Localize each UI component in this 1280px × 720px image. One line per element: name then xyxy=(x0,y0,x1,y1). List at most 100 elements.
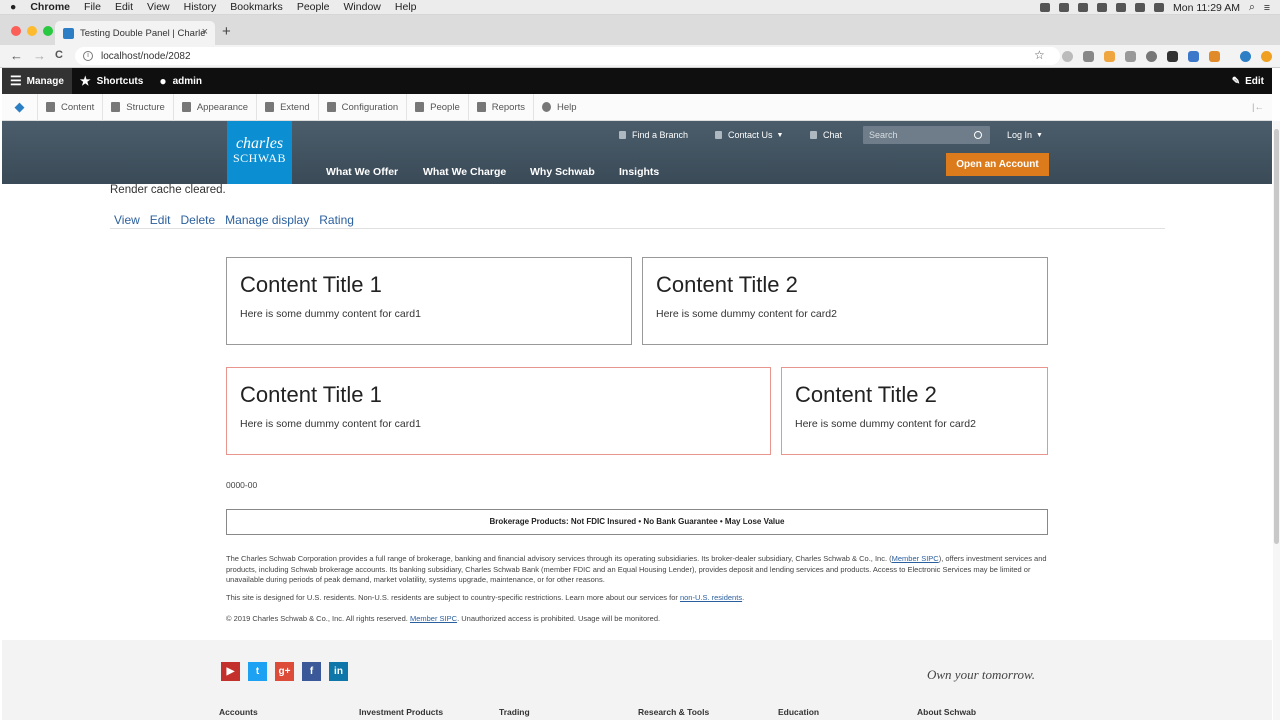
bookmark-star-icon[interactable]: ☆ xyxy=(1034,48,1045,62)
card-title: Content Title 1 xyxy=(240,272,382,297)
menubar-extra-icon[interactable] xyxy=(1078,3,1089,12)
chevron-down-icon: ▼ xyxy=(776,131,784,139)
notification-center-icon[interactable]: ≡ xyxy=(1264,2,1270,14)
close-window-button[interactable] xyxy=(11,26,21,36)
reload-button[interactable]: C xyxy=(55,49,63,61)
tab-close-icon[interactable]: × xyxy=(202,26,208,38)
tab-delete[interactable]: Delete xyxy=(180,213,215,228)
menubar-extra-icon[interactable] xyxy=(1097,3,1108,12)
open-account-button[interactable]: Open an Account xyxy=(946,153,1049,176)
footer-column-trading[interactable]: Trading xyxy=(499,707,530,717)
wifi-icon[interactable] xyxy=(1116,3,1127,12)
legal-paragraph: This site is designed for U.S. residents… xyxy=(226,593,1056,604)
menu-file[interactable]: File xyxy=(84,1,101,13)
edit-toggle-button[interactable]: ✎ Edit xyxy=(1224,68,1272,94)
tray-orientation-toggle-icon[interactable]: |← xyxy=(1252,102,1264,113)
schwab-logo[interactable]: charles SCHWAB xyxy=(227,121,292,184)
extension-icon[interactable] xyxy=(1209,51,1220,62)
footer-column-accounts[interactable]: Accounts xyxy=(219,707,258,717)
extension-icon[interactable] xyxy=(1261,51,1272,62)
non-us-residents-link[interactable]: non-U.S. residents xyxy=(680,593,742,602)
menu-bookmarks[interactable]: Bookmarks xyxy=(230,1,283,13)
chat-link[interactable]: Chat xyxy=(810,130,842,140)
menu-window[interactable]: Window xyxy=(344,1,381,13)
search-input[interactable]: Search xyxy=(863,126,990,144)
footer-column-about-schwab[interactable]: About Schwab xyxy=(917,707,976,717)
extension-icon[interactable] xyxy=(1083,51,1094,62)
tray-item-configuration[interactable]: Configuration xyxy=(319,93,408,121)
extension-icon[interactable] xyxy=(1104,51,1115,62)
page-scrollbar[interactable] xyxy=(1273,121,1280,720)
login-menu[interactable]: Log In ▼ xyxy=(1007,130,1043,140)
menu-edit[interactable]: Edit xyxy=(115,1,133,13)
url-text: localhost/node/2082 xyxy=(101,50,191,62)
profile-avatar-icon[interactable] xyxy=(1240,51,1251,62)
tray-item-structure[interactable]: Structure xyxy=(103,93,174,121)
google-plus-icon[interactable]: g+ xyxy=(275,662,294,681)
site-info-icon[interactable]: i xyxy=(83,51,93,61)
extension-icon[interactable] xyxy=(1062,51,1073,62)
menu-help[interactable]: Help xyxy=(395,1,417,13)
drupal-home-icon[interactable]: ◆ xyxy=(2,93,38,121)
legal-text: This site is designed for U.S. residents… xyxy=(226,593,680,602)
tray-item-content[interactable]: Content xyxy=(38,93,104,121)
apple-menu-icon[interactable]: ● xyxy=(10,1,16,13)
member-sipc-link[interactable]: Member SIPC xyxy=(892,554,939,563)
footer-column-education[interactable]: Education xyxy=(778,707,819,717)
menu-view[interactable]: View xyxy=(147,1,170,13)
menu-people[interactable]: People xyxy=(297,1,330,13)
tab-manage-display[interactable]: Manage display xyxy=(225,213,309,228)
footer-column-investment-products[interactable]: Investment Products xyxy=(359,707,443,717)
shortcuts-button[interactable]: ★ Shortcuts xyxy=(72,68,151,94)
browser-tab[interactable]: Testing Double Panel | Charles × xyxy=(55,21,215,45)
tray-item-reports[interactable]: Reports xyxy=(469,93,535,121)
status-message: Render cache cleared. xyxy=(110,184,226,196)
extension-icon[interactable] xyxy=(1167,51,1178,62)
legal-text: . Unauthorized access is prohibited. Usa… xyxy=(457,614,661,623)
tray-item-extend[interactable]: Extend xyxy=(257,93,319,121)
nav-what-we-charge[interactable]: What We Charge xyxy=(423,166,506,178)
footer-column-research-tools[interactable]: Research & Tools xyxy=(638,707,709,717)
new-tab-button[interactable]: + xyxy=(222,23,231,40)
nav-what-we-offer[interactable]: What We Offer xyxy=(326,166,398,178)
zoom-window-button[interactable] xyxy=(43,26,53,36)
menubar-extra-icon[interactable] xyxy=(1040,3,1051,12)
app-menu[interactable]: Chrome xyxy=(30,1,70,13)
linkedin-icon[interactable]: in xyxy=(329,662,348,681)
tray-item-help[interactable]: Help xyxy=(534,94,585,121)
battery-icon[interactable] xyxy=(1154,3,1165,12)
extension-icon[interactable] xyxy=(1125,51,1136,62)
url-field[interactable]: i localhost/node/2082 xyxy=(75,47,1060,65)
tab-edit[interactable]: Edit xyxy=(150,213,171,228)
back-button[interactable]: ← xyxy=(10,48,23,63)
spotlight-icon[interactable]: ⌕ xyxy=(1249,1,1255,14)
scrollbar-thumb[interactable] xyxy=(1274,129,1279,544)
menu-history[interactable]: History xyxy=(184,1,217,13)
tray-item-people[interactable]: People xyxy=(407,93,469,121)
find-branch-link[interactable]: Find a Branch xyxy=(619,130,688,140)
twitter-icon[interactable]: t xyxy=(248,662,267,681)
youtube-icon[interactable]: ▶ xyxy=(221,662,240,681)
extension-icon[interactable] xyxy=(1146,51,1157,62)
find-branch-label: Find a Branch xyxy=(632,130,689,140)
menubar-clock[interactable]: Mon 11:29 AM xyxy=(1173,2,1240,14)
tab-view[interactable]: View xyxy=(114,213,140,228)
tab-title: Testing Double Panel | Charles xyxy=(80,27,205,39)
card-body: Here is some dummy content for card2 xyxy=(795,418,976,430)
user-button[interactable]: ● admin xyxy=(151,68,210,94)
search-icon[interactable] xyxy=(974,131,982,139)
contact-us-label: Contact Us xyxy=(728,130,773,140)
facebook-icon[interactable]: f xyxy=(302,662,321,681)
extension-icon[interactable] xyxy=(1188,51,1199,62)
nav-why-schwab[interactable]: Why Schwab xyxy=(530,166,595,178)
tab-rating[interactable]: Rating xyxy=(319,213,354,228)
manage-button[interactable]: ☰ Manage xyxy=(2,68,72,94)
forward-button[interactable]: → xyxy=(33,48,46,63)
nav-insights[interactable]: Insights xyxy=(619,166,659,178)
camera-icon[interactable] xyxy=(1059,3,1070,12)
tray-item-appearance[interactable]: Appearance xyxy=(174,93,258,121)
contact-us-menu[interactable]: Contact Us ▼ xyxy=(715,130,783,140)
member-sipc-link[interactable]: Member SIPC xyxy=(410,614,457,623)
minimize-window-button[interactable] xyxy=(27,26,37,36)
volume-icon[interactable] xyxy=(1135,3,1146,12)
